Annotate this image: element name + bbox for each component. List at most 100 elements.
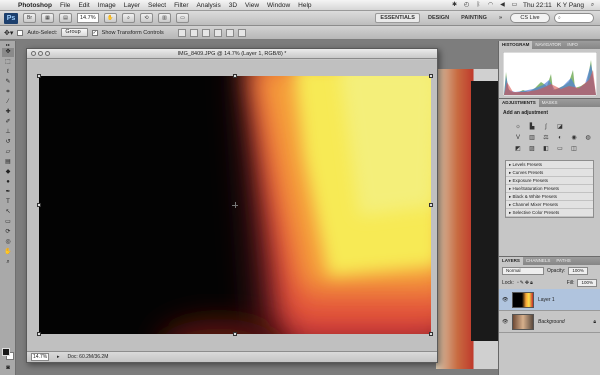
menu-view[interactable]: View [241, 2, 263, 9]
gradient-map-icon[interactable]: ▭ [555, 145, 565, 153]
status-icon-1[interactable]: ✱ [451, 2, 458, 9]
close-window-button[interactable] [31, 51, 36, 56]
transform-handle-ml[interactable] [37, 203, 41, 207]
transform-handle-tr[interactable] [429, 74, 433, 78]
view-extras-button[interactable]: ▤ [59, 13, 72, 23]
align-bottom-button[interactable] [201, 28, 210, 37]
lock-icons[interactable]: ▫✎✥🔒︎ [517, 280, 534, 286]
marquee-tool-icon[interactable]: ⬚ [2, 58, 14, 67]
layer-row-background[interactable]: 👁︎ Background 🔒︎ [499, 311, 600, 333]
transform-handle-tc[interactable] [233, 74, 237, 78]
bluetooth-icon[interactable]: ᛒ [475, 2, 482, 9]
hand-tool-button[interactable]: ✋ [104, 13, 117, 23]
curves-icon[interactable]: ∫ [541, 123, 551, 131]
canvas-area[interactable] [27, 60, 437, 352]
transform-handle-mr[interactable] [429, 203, 433, 207]
dodge-tool-icon[interactable]: ● [2, 178, 14, 187]
levels-icon[interactable]: ▙ [527, 123, 537, 131]
panel-collapse-icon[interactable]: ▸▸ [2, 42, 14, 47]
3d-orbit-tool-icon[interactable]: ◎ [2, 238, 14, 247]
transform-handle-bl[interactable] [37, 332, 41, 336]
wifi-icon[interactable]: ◠ [487, 2, 494, 9]
transform-handle-bc[interactable] [233, 332, 237, 336]
status-zoom-field[interactable]: 14.7% [31, 353, 49, 361]
align-vcenter-button[interactable] [189, 28, 198, 37]
document-window[interactable]: IMG_8409.JPG @ 14.7% (Layer 1, RGB/8) * [26, 48, 438, 363]
threshold-icon[interactable]: ◧ [541, 145, 551, 153]
tab-channels[interactable]: CHANNELS [523, 257, 554, 265]
menu-filter[interactable]: Filter [170, 2, 192, 9]
move-tool-preset-icon[interactable]: ✥▾ [4, 29, 13, 37]
menu-window[interactable]: Window [263, 2, 294, 9]
menu-layer[interactable]: Layer [120, 2, 144, 9]
path-selection-tool-icon[interactable]: ↖ [2, 208, 14, 217]
document-titlebar[interactable]: IMG_8409.JPG @ 14.7% (Layer 1, RGB/8) * [27, 49, 437, 59]
workspace-essentials[interactable]: ESSENTIALS [375, 13, 420, 23]
auto-select-dropdown[interactable]: Group [61, 28, 88, 37]
brush-tool-icon[interactable]: ✐ [2, 118, 14, 127]
exposure-icon[interactable]: ◪ [555, 123, 565, 131]
blend-mode-dropdown[interactable]: Normal [502, 267, 544, 275]
pen-tool-icon[interactable]: ✒ [2, 188, 14, 197]
workspace-more-button[interactable]: » [495, 14, 506, 22]
quick-select-tool-icon[interactable]: ✎ [2, 78, 14, 87]
transform-reference-point[interactable] [232, 202, 238, 208]
zoom-level-field[interactable]: 14.7% [77, 13, 99, 23]
hand-tool-icon[interactable]: ✋ [2, 248, 14, 257]
preset-black-white[interactable]: Black & White Presets [506, 193, 593, 201]
help-search-input[interactable]: ⌕ [554, 13, 594, 23]
tab-adjustments[interactable]: ADJUSTMENTS [499, 99, 539, 107]
visibility-eye-icon[interactable]: 👁︎ [502, 297, 508, 303]
tab-navigator[interactable]: NAVIGATOR [532, 41, 564, 49]
transform-handle-br[interactable] [429, 332, 433, 336]
type-tool-icon[interactable]: T [2, 198, 14, 207]
channel-mixer-icon[interactable]: ◍ [583, 134, 593, 142]
photo-filter-icon[interactable]: ◉ [569, 134, 579, 142]
selective-color-icon[interactable]: ◫ [569, 145, 579, 153]
3d-rotate-tool-icon[interactable]: ⟳ [2, 228, 14, 237]
menu-select[interactable]: Select [144, 2, 170, 9]
zoom-window-button[interactable] [45, 51, 50, 56]
color-balance-icon[interactable]: ⚖ [541, 134, 551, 142]
fill-field[interactable]: 100% [577, 279, 597, 287]
menu-analysis[interactable]: Analysis [193, 2, 225, 9]
eraser-tool-icon[interactable]: ▱ [2, 148, 14, 157]
screen-mode-button[interactable]: ▭ [176, 13, 189, 23]
visibility-eye-icon[interactable]: 👁︎ [502, 319, 508, 325]
preset-curves[interactable]: Curves Presets [506, 169, 593, 177]
volume-icon[interactable]: ◀ [499, 2, 506, 9]
battery-icon[interactable]: ▭ [511, 2, 518, 9]
tab-paths[interactable]: PATHS [553, 257, 573, 265]
gradient-tool-icon[interactable]: ▤ [2, 158, 14, 167]
show-transform-checkbox[interactable]: ✓ [91, 29, 98, 36]
menu-3d[interactable]: 3D [225, 2, 241, 9]
lasso-tool-icon[interactable]: ℓ [2, 68, 14, 77]
spotlight-icon[interactable]: ⌕ [589, 2, 596, 9]
rotate-view-button[interactable]: ⟲ [140, 13, 153, 23]
menu-app[interactable]: Photoshop [14, 2, 56, 9]
align-right-button[interactable] [237, 28, 246, 37]
align-hcenter-button[interactable] [225, 28, 234, 37]
posterize-icon[interactable]: ▨ [527, 145, 537, 153]
blur-tool-icon[interactable]: ◆ [2, 168, 14, 177]
layer-row-layer-1[interactable]: 👁︎ Layer 1 [499, 289, 600, 311]
menubar-user[interactable]: K Y Pang [557, 2, 584, 9]
tab-histogram[interactable]: HISTOGRAM [499, 41, 533, 49]
move-tool-icon[interactable]: ✥ [2, 48, 14, 57]
invert-icon[interactable]: ◩ [513, 145, 523, 153]
time-machine-icon[interactable]: ◴ [463, 2, 470, 9]
hue-saturation-icon[interactable]: ▥ [527, 134, 537, 142]
clone-stamp-tool-icon[interactable]: ⊥ [2, 128, 14, 137]
brightness-contrast-icon[interactable]: ☼ [513, 123, 523, 131]
tab-layers[interactable]: LAYERS [499, 257, 523, 265]
workspace-painting[interactable]: PAINTING [457, 14, 491, 22]
preset-hue-saturation[interactable]: Hue/Saturation Presets [506, 185, 593, 193]
menubar-clock[interactable]: Thu 22:11 [523, 2, 552, 9]
launch-bridge-button[interactable]: Br [23, 13, 36, 23]
eyedropper-tool-icon[interactable]: ⁄ [2, 98, 14, 107]
crop-tool-icon[interactable]: ⌗ [2, 88, 14, 97]
preset-exposure[interactable]: Exposure Presets [506, 177, 593, 185]
menu-edit[interactable]: Edit [74, 2, 93, 9]
healing-brush-tool-icon[interactable]: ✚ [2, 108, 14, 117]
preset-levels[interactable]: Levels Presets [506, 161, 593, 169]
